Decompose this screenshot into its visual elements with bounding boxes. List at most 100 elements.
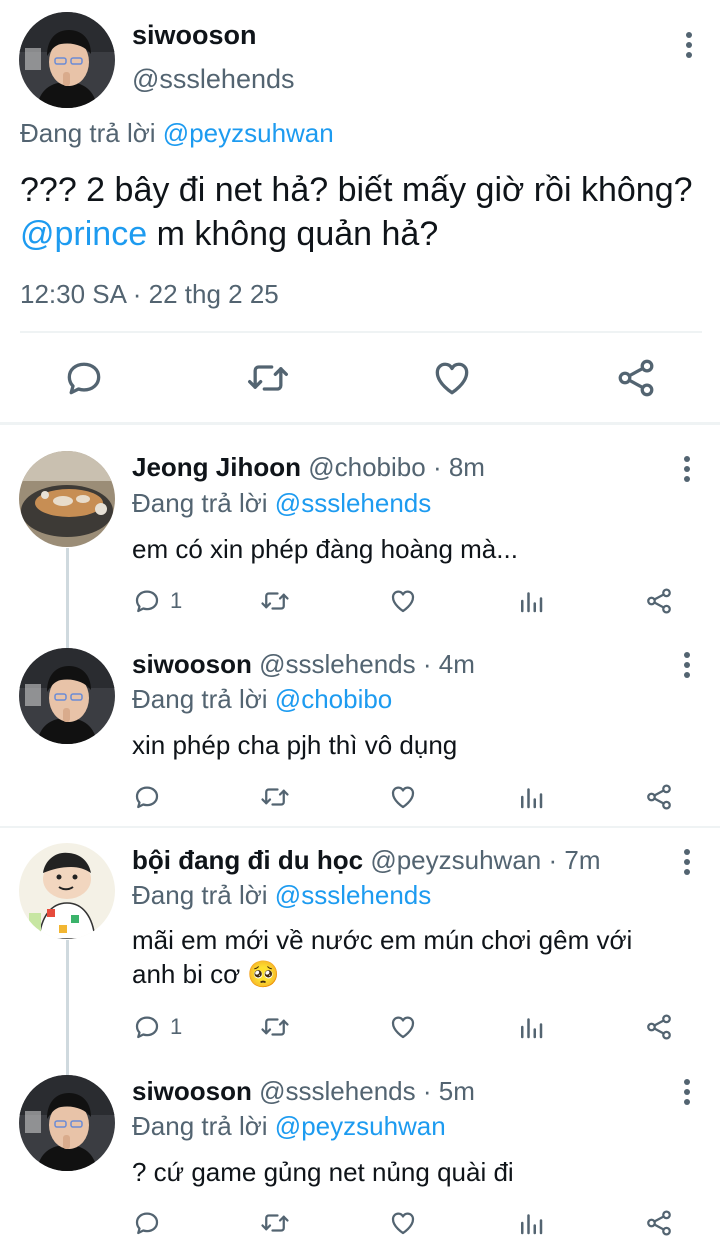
views-button[interactable] (516, 1208, 546, 1238)
avatar[interactable] (19, 1075, 115, 1171)
retweet-icon (260, 586, 290, 616)
avatar[interactable] (19, 843, 115, 939)
reply-header: siwooson @ssslehends · 4m (132, 649, 475, 680)
replying-prefix: Đang trả lời (132, 1111, 268, 1141)
tweet-timestamp[interactable]: 12:30 SA · 22 thg 2 25 (20, 279, 279, 310)
replying-to: Đang trả lời @ssslehends (132, 488, 431, 519)
views-icon (516, 1012, 546, 1042)
views-icon (516, 586, 546, 616)
author-handle[interactable]: @chobibo (308, 452, 425, 482)
reply-time[interactable]: · 8m (433, 452, 485, 482)
heart-icon (430, 356, 474, 400)
views-icon (516, 782, 546, 812)
reply-header: bội đang đi du học @peyzsuhwan · 7m (132, 845, 601, 876)
reply-button[interactable] (132, 782, 170, 812)
share-icon (644, 782, 674, 812)
reply-button[interactable] (62, 356, 106, 400)
comment-icon (132, 782, 162, 812)
author-name[interactable]: siwooson (132, 1076, 252, 1106)
retweet-button[interactable] (260, 1208, 290, 1238)
author-name[interactable]: bội đang đi du học (132, 845, 363, 875)
replying-to-handle[interactable]: @peyzsuhwan (163, 118, 334, 148)
share-icon (644, 1208, 674, 1238)
views-button[interactable] (516, 782, 546, 812)
reply-button[interactable] (132, 1208, 170, 1238)
replying-to-handle[interactable]: @ssslehends (275, 880, 431, 910)
reply-time[interactable]: · 7m (549, 845, 601, 875)
comment-icon (62, 356, 106, 400)
avatar[interactable] (19, 12, 115, 108)
replying-prefix: Đang trả lời (132, 880, 268, 910)
replying-to: Đang trả lời @chobibo (132, 684, 392, 715)
author-handle[interactable]: @ssslehends (259, 649, 415, 679)
share-button[interactable] (614, 356, 658, 400)
reply-count: 1 (170, 1014, 183, 1039)
like-button[interactable] (388, 586, 418, 616)
views-button[interactable] (516, 586, 546, 616)
more-icon[interactable] (668, 650, 692, 680)
reply-actions: 1 (132, 1012, 692, 1042)
author-name[interactable]: siwooson (132, 649, 252, 679)
heart-icon (388, 1208, 418, 1238)
share-button[interactable] (644, 1012, 674, 1042)
replying-to: Đang trả lời @peyzsuhwan (132, 1111, 446, 1142)
share-button[interactable] (644, 586, 674, 616)
avatar[interactable] (19, 648, 115, 744)
author-name[interactable]: Jeong Jihoon (132, 452, 301, 482)
retweet-button[interactable] (260, 586, 290, 616)
views-button[interactable] (516, 1012, 546, 1042)
more-icon[interactable] (668, 1077, 692, 1107)
like-button[interactable] (430, 356, 474, 400)
avatar-image (19, 843, 115, 939)
avatar-image (19, 648, 115, 744)
reply-button[interactable]: 1 (132, 1012, 182, 1042)
reply-time[interactable]: · 5m (423, 1076, 475, 1106)
reply-text: em có xin phép đàng hoàng mà... (132, 534, 518, 564)
retweet-icon (260, 1012, 290, 1042)
more-icon[interactable] (666, 30, 694, 60)
author-name[interactable]: siwooson (132, 20, 257, 51)
retweet-button[interactable] (246, 356, 290, 400)
mention-link[interactable]: @prince (20, 215, 147, 253)
reply-text: mãi em mới về nước em mún chơi gêm với a… (132, 925, 633, 989)
avatar[interactable] (19, 451, 115, 547)
reply-actions: 1 (132, 586, 692, 616)
author-handle[interactable]: @ssslehends (132, 64, 295, 95)
author-handle[interactable]: @ssslehends (259, 1076, 415, 1106)
replying-to-handle[interactable]: @chobibo (275, 684, 392, 714)
share-icon (614, 356, 658, 400)
replying-prefix: Đang trả lời (132, 488, 268, 518)
heart-icon (388, 1012, 418, 1042)
tweet-text: ??? 2 bây đi net hả? biết mấy giờ rồi kh… (20, 168, 700, 256)
more-icon[interactable] (668, 454, 692, 484)
more-icon[interactable] (668, 847, 692, 877)
reply-text: ? cứ game gủng net nủng quài đi (132, 1157, 514, 1187)
comment-icon (132, 586, 162, 616)
retweet-icon (260, 782, 290, 812)
avatar-image (19, 1075, 115, 1171)
share-button[interactable] (644, 1208, 674, 1238)
section-divider (0, 422, 720, 425)
like-button[interactable] (388, 1012, 418, 1042)
like-button[interactable] (388, 1208, 418, 1238)
thread-line (66, 548, 69, 648)
retweet-button[interactable] (260, 782, 290, 812)
divider (20, 331, 702, 333)
like-button[interactable] (388, 782, 418, 812)
share-button[interactable] (644, 782, 674, 812)
reply-count: 1 (170, 588, 183, 613)
reply-actions (132, 782, 692, 812)
tweet-text-part2: m không quản hả? (156, 215, 439, 253)
replying-to-handle[interactable]: @ssslehends (275, 488, 431, 518)
author-handle[interactable]: @peyzsuhwan (370, 845, 541, 875)
heart-icon (388, 586, 418, 616)
tweet-text-part1: ??? 2 bây đi net hả? biết mấy giờ rồi kh… (20, 171, 693, 209)
replying-to-handle[interactable]: @peyzsuhwan (275, 1111, 446, 1141)
reply-time[interactable]: · 4m (423, 649, 475, 679)
share-icon (644, 1012, 674, 1042)
reply-button[interactable]: 1 (132, 586, 182, 616)
retweet-button[interactable] (260, 1012, 290, 1042)
views-icon (516, 1208, 546, 1238)
reply-actions (132, 1208, 692, 1238)
replying-prefix: Đang trả lời (132, 684, 268, 714)
